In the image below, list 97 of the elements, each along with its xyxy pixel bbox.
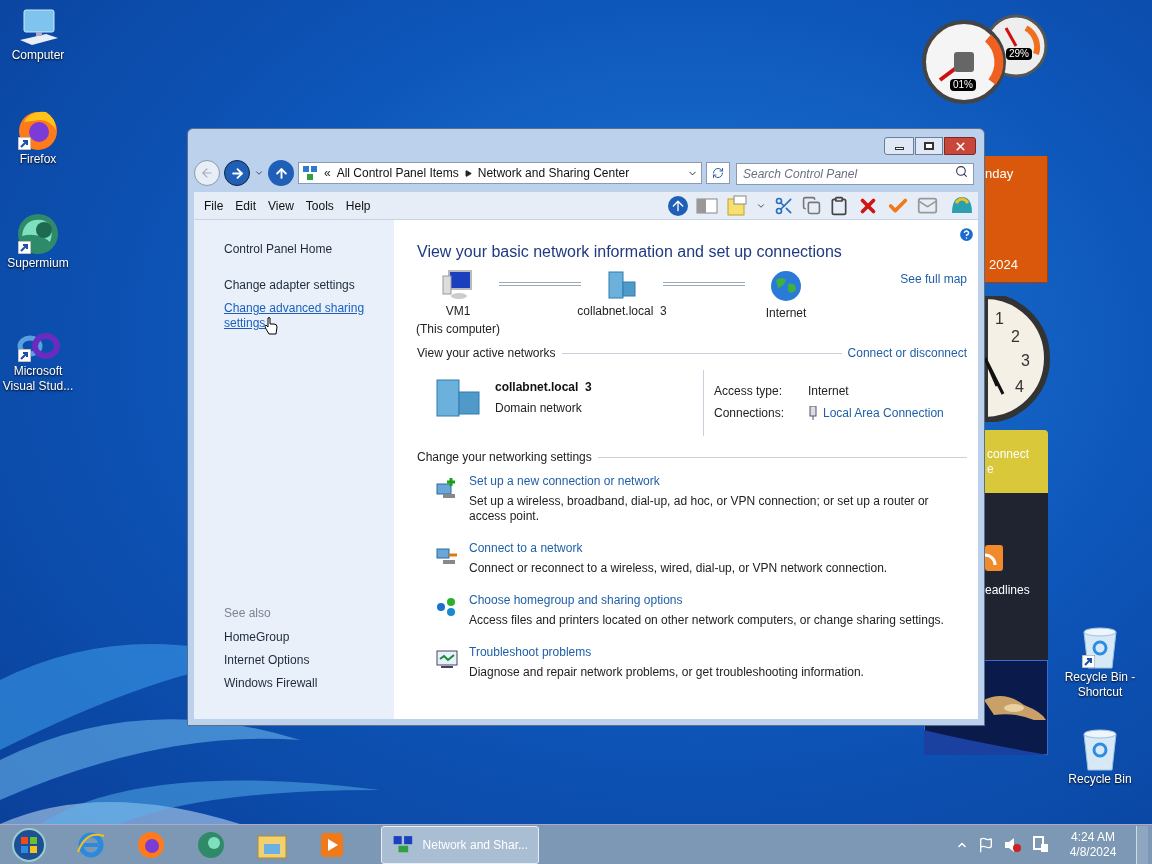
menu-item[interactable]: Tools bbox=[299, 194, 340, 217]
see-also-link[interactable]: HomeGroup bbox=[224, 630, 394, 645]
speaker-muted-icon[interactable] bbox=[1004, 836, 1022, 853]
icon-label[interactable]: Computer bbox=[11, 48, 65, 63]
cut-icon[interactable] bbox=[774, 195, 794, 216]
menu-item[interactable]: View bbox=[262, 194, 300, 217]
help-icon[interactable] bbox=[958, 226, 975, 243]
network-icon bbox=[302, 165, 318, 181]
hand-cursor-icon bbox=[264, 317, 278, 335]
rss-icon bbox=[985, 545, 1003, 571]
section-heading: Change your networking settings bbox=[417, 449, 592, 466]
up-icon[interactable] bbox=[668, 195, 688, 216]
connect-disconnect-link[interactable]: Connect or disconnect bbox=[847, 344, 967, 362]
map-node-sublabel: (This computer) bbox=[416, 321, 500, 338]
forward-icon bbox=[229, 165, 245, 181]
network-type: Domain network bbox=[495, 400, 583, 417]
panel-icon[interactable] bbox=[696, 197, 718, 214]
see-also-link[interactable]: Internet Options bbox=[224, 653, 394, 668]
calendar-weekday: nday bbox=[985, 165, 1015, 183]
task-link[interactable]: Troubleshoot problems bbox=[469, 645, 592, 660]
search-field[interactable]: Search Control Panel bbox=[736, 163, 974, 185]
server-icon bbox=[605, 270, 639, 300]
maximize-button[interactable] bbox=[915, 137, 943, 155]
address-bar[interactable]: « All Control Panel Items Network and Sharing Center bbox=[298, 162, 702, 184]
task-link[interactable]: Choose homegroup and sharing options bbox=[469, 593, 683, 608]
refresh-icon bbox=[712, 167, 724, 179]
plug-icon bbox=[808, 406, 818, 420]
map-node-label[interactable]: Internet bbox=[765, 304, 807, 322]
icon-label[interactable]: Supermium bbox=[7, 256, 69, 271]
connection-link[interactable]: Local Area Connection bbox=[823, 404, 944, 422]
feed-text: eadlines bbox=[985, 582, 1030, 599]
see-also-link[interactable]: Windows Firewall bbox=[224, 676, 394, 691]
search-icon[interactable] bbox=[955, 165, 968, 178]
close-button[interactable] bbox=[944, 137, 976, 155]
note-icon[interactable] bbox=[726, 194, 748, 217]
weather-text: e bbox=[986, 461, 995, 477]
recycle-bin-icon bbox=[1080, 728, 1120, 772]
calendar-year: 2024 bbox=[988, 255, 1019, 274]
menu-item[interactable]: Help bbox=[339, 194, 377, 217]
globe-icon bbox=[770, 270, 802, 302]
breadcrumb-overflow[interactable]: « bbox=[324, 164, 331, 182]
task-link[interactable]: Connect to a network bbox=[469, 541, 583, 556]
refresh-button[interactable] bbox=[706, 162, 730, 184]
windows-logo-icon bbox=[20, 835, 38, 854]
weather-text: connect bbox=[986, 446, 1031, 462]
history-dropdown-icon[interactable] bbox=[254, 168, 264, 178]
task-description: Access files and printers located on other network computers, or change sharing settings. bbox=[469, 613, 945, 628]
breadcrumb-item[interactable]: Network and Sharing Center bbox=[477, 164, 630, 182]
map-node-label[interactable]: collabnet.local 3 bbox=[577, 302, 667, 320]
task-description: Connect or reconnect to a wireless, wired, dial-up, or VPN network connection. bbox=[469, 561, 889, 576]
forward-button[interactable] bbox=[224, 160, 250, 186]
start-button[interactable] bbox=[12, 827, 46, 862]
section-heading: View your active networks bbox=[417, 345, 556, 362]
up-button[interactable] bbox=[268, 160, 294, 186]
field-label: Connections: bbox=[714, 405, 786, 422]
sidebar-link[interactable]: Control Panel Home bbox=[224, 242, 374, 257]
firefox-icon[interactable] bbox=[136, 829, 166, 860]
clock-time: 4:24 AM bbox=[1071, 829, 1115, 845]
flag-icon[interactable] bbox=[978, 836, 994, 853]
server-icon bbox=[435, 378, 483, 418]
clock-drawing: 1 2 3 4 bbox=[985, 296, 1051, 422]
supermium-icon[interactable] bbox=[196, 829, 226, 860]
network-tray-icon[interactable] bbox=[1032, 835, 1050, 854]
map-node-label[interactable]: VM1 bbox=[445, 302, 471, 320]
close-icon bbox=[953, 139, 967, 153]
icon-label[interactable]: Recycle Bin - Shortcut bbox=[1058, 670, 1142, 700]
task-link[interactable]: Set up a new connection or network bbox=[469, 474, 660, 489]
task-description: Set up a wireless, broadband, dial-up, ad hoc, or VPN connection; or set up a router or access point. bbox=[469, 494, 930, 524]
see-also-heading: See also bbox=[224, 605, 272, 622]
menu-item[interactable]: Edit bbox=[229, 194, 263, 217]
breadcrumb-item[interactable]: All Control Panel Items bbox=[336, 164, 459, 182]
minimize-icon bbox=[894, 147, 904, 150]
copy-icon[interactable] bbox=[802, 196, 821, 215]
sidebar-link[interactable]: Change advanced sharing settings bbox=[224, 301, 374, 331]
cpu-reading: 01% bbox=[950, 79, 976, 91]
clock-date: 4/8/2024 bbox=[1069, 844, 1117, 860]
breadcrumb-arrow-icon bbox=[464, 169, 472, 177]
field-label: Access type: bbox=[714, 383, 784, 400]
minimize-button[interactable] bbox=[884, 137, 914, 155]
back-icon bbox=[200, 166, 214, 180]
sidebar-link[interactable]: Change adapter settings bbox=[224, 278, 374, 293]
computer-icon bbox=[441, 270, 475, 300]
memory-reading: 29% bbox=[1006, 48, 1032, 60]
show-desktop-button[interactable] bbox=[1136, 825, 1148, 864]
menu-item[interactable]: File bbox=[198, 194, 230, 217]
troubleshoot-icon bbox=[435, 647, 459, 671]
network-name: collabnet.local 3 bbox=[495, 379, 592, 396]
maximize-icon bbox=[924, 142, 934, 150]
field-value: Internet bbox=[808, 383, 849, 400]
icon-label[interactable]: Recycle Bin bbox=[1068, 772, 1132, 787]
paste-icon[interactable] bbox=[829, 195, 849, 216]
page-heading: View your basic network information and set up connections bbox=[417, 242, 843, 262]
see-full-map-link[interactable]: See full map bbox=[900, 270, 967, 288]
icon-label[interactable]: Microsoft Visual Stud... bbox=[0, 364, 80, 394]
mail-icon[interactable] bbox=[917, 195, 938, 216]
icon-label[interactable]: Firefox bbox=[19, 152, 57, 167]
task-description: Diagnose and repair network problems, or get troubleshooting information. bbox=[469, 665, 865, 680]
